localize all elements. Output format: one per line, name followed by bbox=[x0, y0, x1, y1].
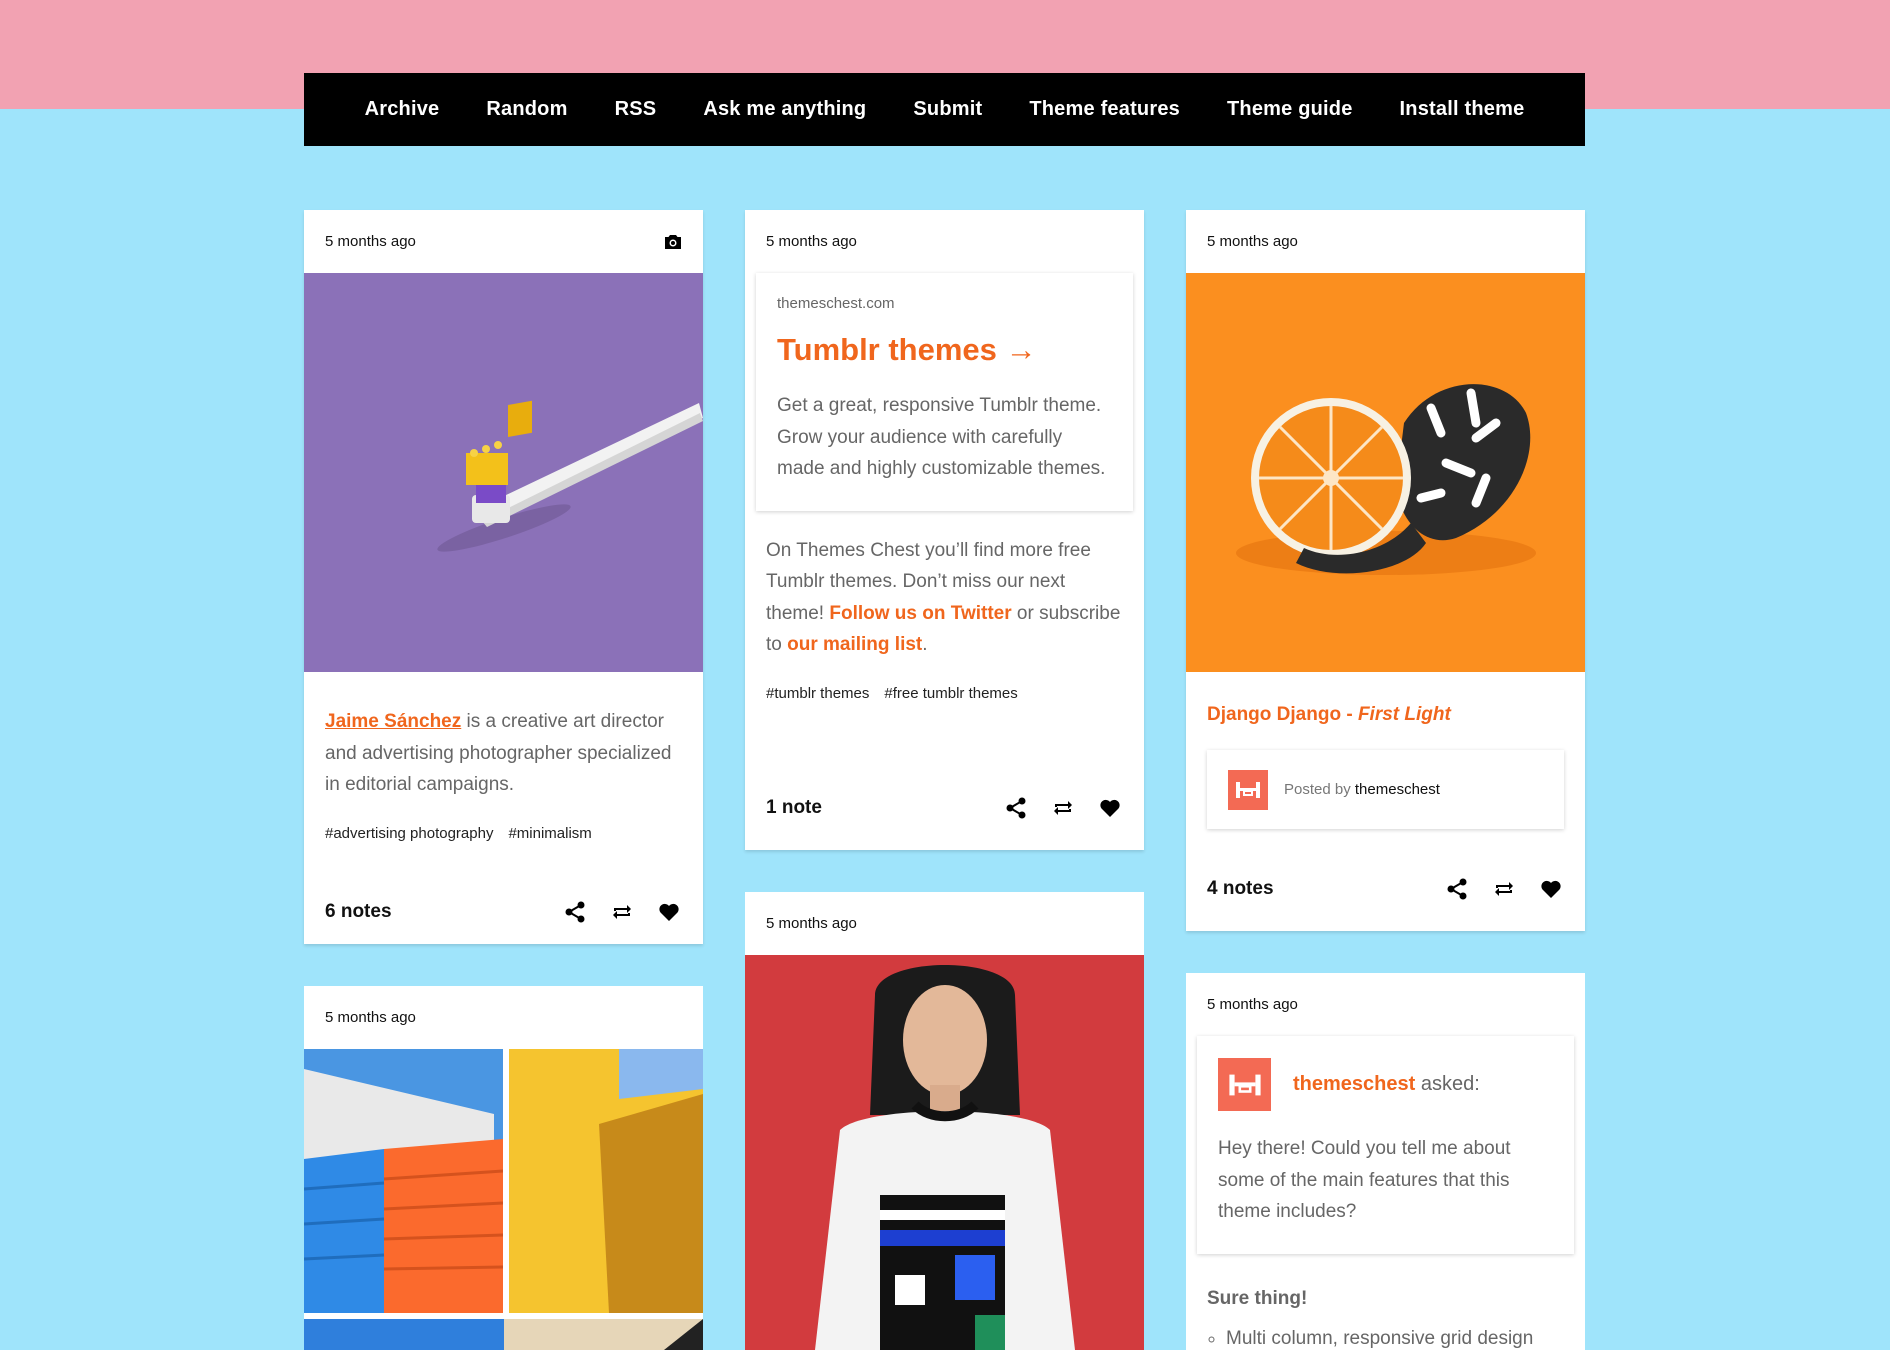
answer-heading: Sure thing! bbox=[1207, 1287, 1308, 1309]
photoset-image[interactable] bbox=[509, 1049, 703, 1313]
audio-post-card: 5 months ago Django Django - First Light… bbox=[1186, 210, 1585, 931]
share-icon[interactable] bbox=[1002, 795, 1029, 822]
nav-theme-guide[interactable]: Theme guide bbox=[1227, 98, 1353, 121]
link-preview-box[interactable]: themeschest.com Tumblr themes → Get a gr… bbox=[756, 273, 1133, 511]
reblog-icon[interactable] bbox=[1490, 876, 1517, 903]
photo-post-card: 5 months ago bbox=[745, 892, 1144, 1350]
nav-theme-features[interactable]: Theme features bbox=[1029, 98, 1180, 121]
nav-rss[interactable]: RSS bbox=[615, 98, 657, 121]
posted-prefix: Posted by bbox=[1284, 781, 1355, 798]
body-text: . bbox=[922, 634, 928, 655]
nav-random[interactable]: Random bbox=[486, 98, 567, 121]
photoset-grid bbox=[304, 1049, 703, 1350]
nav-submit[interactable]: Submit bbox=[913, 98, 982, 121]
ask-question-box: themeschest asked: Hey there! Could you … bbox=[1197, 1036, 1574, 1254]
asker-link[interactable]: themeschest bbox=[1293, 1073, 1415, 1095]
tag[interactable]: #advertising photography bbox=[325, 825, 493, 842]
post-time[interactable]: 5 months ago bbox=[766, 233, 857, 250]
heart-icon[interactable] bbox=[655, 899, 682, 926]
notes-count[interactable]: 1 note bbox=[766, 797, 822, 819]
asker-avatar[interactable] bbox=[1218, 1058, 1271, 1111]
asked-label: asked: bbox=[1415, 1073, 1480, 1095]
album-cover-image[interactable] bbox=[1186, 273, 1585, 672]
post-time[interactable]: 5 months ago bbox=[325, 1009, 416, 1026]
post-time[interactable]: 5 months ago bbox=[325, 233, 416, 250]
photoset-image[interactable] bbox=[304, 1319, 703, 1350]
posted-by-box: Posted by themeschest bbox=[1207, 750, 1564, 829]
camera-icon bbox=[664, 234, 682, 250]
post-footer: 1 note bbox=[745, 788, 1144, 828]
tag-list: #advertising photography #minimalism bbox=[304, 825, 703, 842]
link-description: Get a great, responsive Tumblr theme. Gr… bbox=[777, 395, 1106, 479]
twitter-link[interactable]: Follow us on Twitter bbox=[829, 603, 1011, 624]
author-link[interactable]: Jaime Sánchez bbox=[325, 711, 461, 732]
track-artist: Django Django - bbox=[1207, 704, 1358, 725]
tag-list: #tumblr themes #free tumblr themes bbox=[745, 685, 1144, 702]
blog-avatar[interactable] bbox=[1228, 769, 1268, 810]
link-body: On Themes Chest you’ll find more free Tu… bbox=[745, 511, 1144, 661]
notes-count[interactable]: 6 notes bbox=[325, 901, 392, 923]
top-navigation: Archive Random RSS Ask me anything Submi… bbox=[304, 73, 1585, 146]
post-time[interactable]: 5 months ago bbox=[766, 915, 857, 932]
link-post-card: 5 months ago themeschest.com Tumblr them… bbox=[745, 210, 1144, 850]
post-photo-fashion[interactable] bbox=[745, 955, 1144, 1350]
nav-install-theme[interactable]: Install theme bbox=[1400, 98, 1525, 121]
asker-line: themeschest asked: bbox=[1293, 1073, 1480, 1096]
post-time[interactable]: 5 months ago bbox=[1207, 996, 1298, 1013]
tag[interactable]: #free tumblr themes bbox=[884, 685, 1017, 702]
heart-icon[interactable] bbox=[1537, 876, 1564, 903]
ask-question: Hey there! Could you tell me about some … bbox=[1218, 1138, 1511, 1222]
post-caption: Jaime Sánchez is a creative art director… bbox=[304, 672, 703, 801]
answer-list-item: Multi column, responsive grid design bbox=[1226, 1328, 1564, 1350]
post-footer: 6 notes bbox=[304, 892, 703, 932]
share-icon[interactable] bbox=[1443, 876, 1470, 903]
post-footer: 4 notes bbox=[1186, 869, 1585, 909]
mailing-list-link[interactable]: our mailing list bbox=[787, 634, 922, 655]
nav-archive[interactable]: Archive bbox=[365, 98, 440, 121]
post-actions bbox=[561, 899, 682, 926]
heart-icon[interactable] bbox=[1096, 795, 1123, 822]
post-actions bbox=[1443, 876, 1564, 903]
posted-by: Posted by themeschest bbox=[1284, 781, 1440, 798]
post-actions bbox=[1002, 795, 1123, 822]
reblog-icon[interactable] bbox=[608, 899, 635, 926]
nav-ask[interactable]: Ask me anything bbox=[703, 98, 866, 121]
posted-user-link[interactable]: themeschest bbox=[1355, 781, 1440, 798]
track-name: First Light bbox=[1357, 704, 1451, 725]
post-time[interactable]: 5 months ago bbox=[1207, 233, 1298, 250]
link-host: themeschest.com bbox=[777, 295, 895, 312]
link-title: Tumblr themes → bbox=[777, 332, 1037, 367]
photo-post-card: 5 months ago Jaime Sánchez is a creative… bbox=[304, 210, 703, 944]
post-photo-toothbrush[interactable] bbox=[304, 273, 703, 672]
answer-list: Multi column, responsive grid design bbox=[1186, 1310, 1585, 1350]
tag[interactable]: #minimalism bbox=[508, 825, 591, 842]
notes-count[interactable]: 4 notes bbox=[1207, 878, 1274, 900]
share-icon[interactable] bbox=[561, 899, 588, 926]
tag[interactable]: #tumblr themes bbox=[766, 685, 869, 702]
photoset-image[interactable] bbox=[304, 1049, 503, 1313]
reblog-icon[interactable] bbox=[1049, 795, 1076, 822]
ask-post-card: 5 months ago themeschest asked: Hey ther… bbox=[1186, 973, 1585, 1350]
photoset-post-card: 5 months ago bbox=[304, 986, 703, 1350]
track-title: Django Django - First Light bbox=[1186, 672, 1585, 726]
